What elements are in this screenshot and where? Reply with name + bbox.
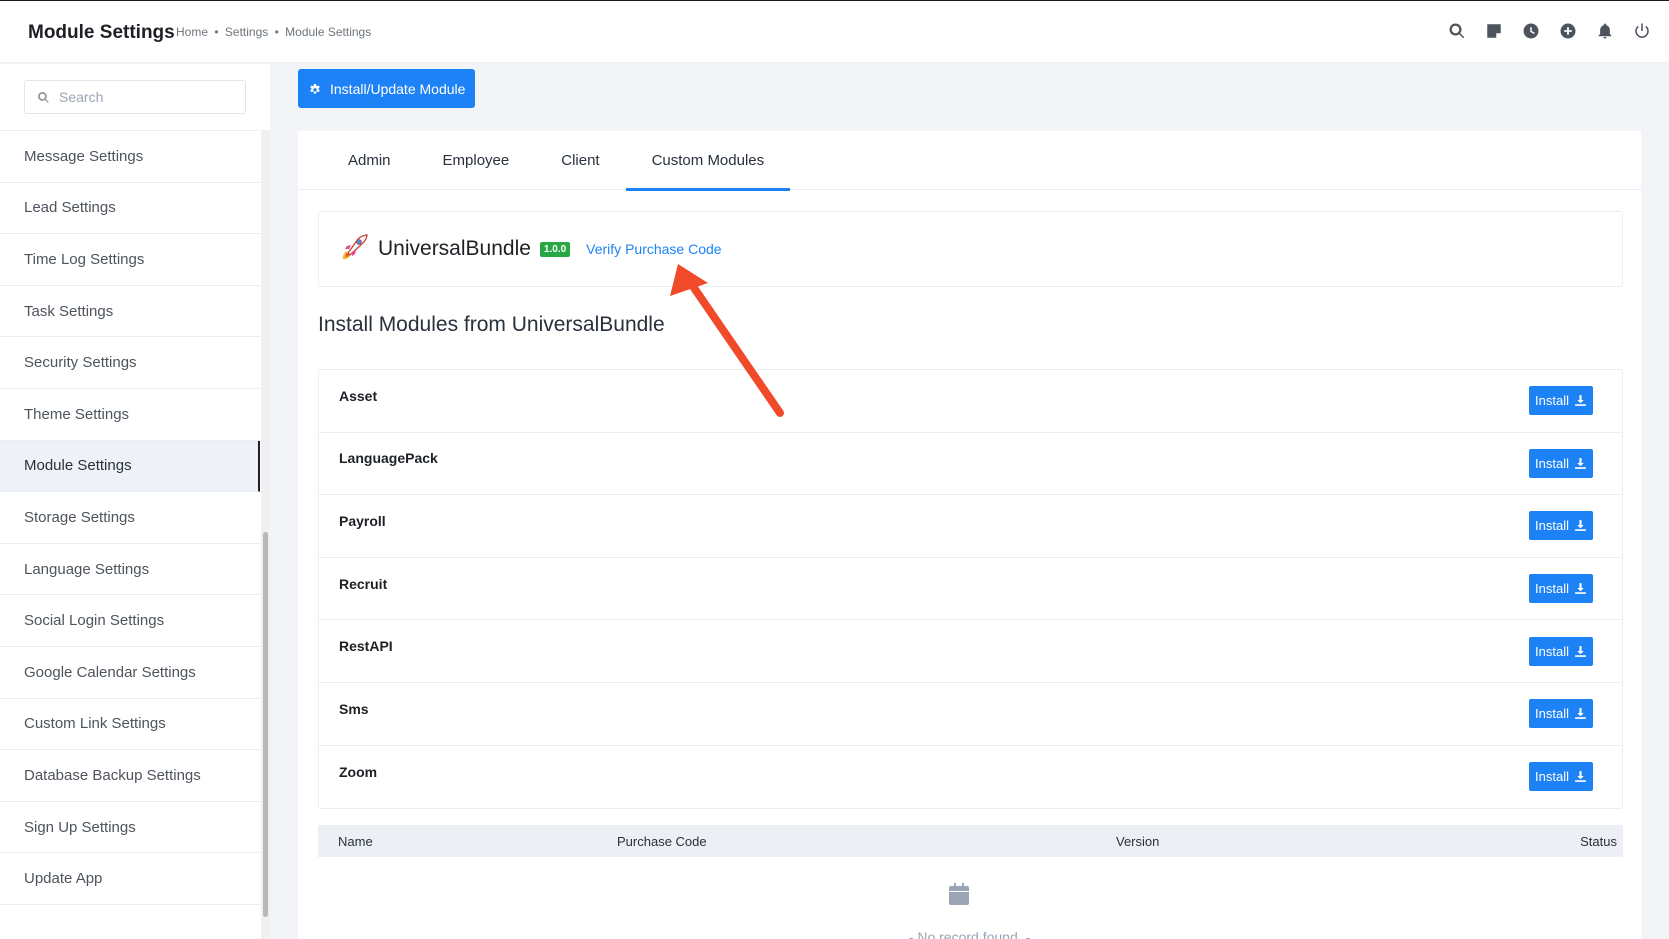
empty-state-text: - No record found. - — [908, 929, 1031, 939]
module-settings-card: Admin Employee Client Custom Modules Uni… — [298, 131, 1641, 939]
install-recruit-button[interactable]: Install — [1529, 574, 1593, 604]
tab-client[interactable]: Client — [535, 131, 625, 190]
sidebar-item-theme-settings[interactable]: Theme Settings — [0, 389, 260, 441]
clock-icon[interactable] — [1522, 22, 1540, 40]
download-icon — [1575, 520, 1586, 532]
module-row-zoom: Zoom Install — [319, 746, 1622, 809]
sidebar-item-sign-up-settings[interactable]: Sign Up Settings — [0, 802, 260, 854]
sidebar-menu: Message Settings Lead Settings Time Log … — [0, 130, 260, 905]
tab-employee[interactable]: Employee — [417, 131, 536, 190]
download-icon — [1575, 645, 1586, 657]
module-row-restapi: RestAPI Install — [319, 620, 1622, 683]
module-name: Sms — [339, 700, 369, 717]
breadcrumb-home[interactable]: Home — [176, 25, 208, 39]
breadcrumb-current: Module Settings — [285, 25, 372, 39]
sidebar-item-time-log-settings[interactable]: Time Log Settings — [0, 234, 260, 286]
install-zoom-button[interactable]: Install — [1529, 762, 1593, 792]
install-update-module-label: Install/Update Module — [330, 80, 466, 97]
sidebar-item-social-login-settings[interactable]: Social Login Settings — [0, 595, 260, 647]
module-name: Zoom — [339, 763, 378, 780]
bell-icon[interactable] — [1596, 22, 1614, 40]
search-input[interactable] — [59, 89, 229, 105]
sidebar-item-security-settings[interactable]: Security Settings — [0, 337, 260, 389]
search-icon[interactable] — [1448, 22, 1466, 40]
module-name: Asset — [339, 387, 378, 404]
install-languagepack-button[interactable]: Install — [1529, 448, 1593, 478]
download-icon — [1575, 457, 1586, 469]
page-title: Module Settings — [28, 22, 175, 43]
sidebar-item-language-settings[interactable]: Language Settings — [0, 544, 260, 596]
column-status: Status — [1580, 834, 1617, 849]
sidebar-item-custom-link-settings[interactable]: Custom Link Settings — [0, 699, 260, 751]
rocket-icon — [338, 231, 370, 268]
universal-bundle-box: UniversalBundle 1.0.0 Verify Purchase Co… — [318, 211, 1623, 287]
module-name: Payroll — [339, 512, 386, 529]
power-icon[interactable] — [1633, 22, 1651, 40]
sidebar-scrollbar[interactable] — [261, 130, 270, 939]
add-circle-icon[interactable] — [1559, 22, 1577, 40]
download-icon — [1575, 708, 1586, 720]
tab-admin[interactable]: Admin — [322, 131, 417, 190]
modules-table-header: Name Purchase Code Version Status — [318, 825, 1623, 857]
sidebar-search — [24, 80, 246, 114]
settings-tabs: Admin Employee Client Custom Modules — [298, 131, 1641, 191]
sidebar-item-update-app[interactable]: Update App — [0, 853, 260, 905]
tab-custom-modules[interactable]: Custom Modules — [625, 131, 791, 191]
download-icon — [1575, 583, 1586, 594]
module-name: LanguagePack — [339, 450, 438, 467]
install-restapi-button[interactable]: Install — [1529, 636, 1593, 666]
column-version: Version — [1116, 834, 1160, 849]
gear-icon — [310, 83, 320, 94]
sidebar-item-task-settings[interactable]: Task Settings — [0, 286, 260, 338]
sidebar-item-message-settings[interactable]: Message Settings — [0, 131, 260, 183]
sidebar-item-google-calendar-settings[interactable]: Google Calendar Settings — [0, 647, 260, 699]
calendar-icon — [949, 883, 969, 905]
bundle-name: UniversalBundle — [378, 237, 531, 260]
settings-sidebar: Message Settings Lead Settings Time Log … — [0, 64, 270, 939]
install-update-module-button[interactable]: Install/Update Module — [298, 69, 476, 108]
sidebar-item-lead-settings[interactable]: Lead Settings — [0, 183, 260, 235]
verify-purchase-code-link[interactable]: Verify Purchase Code — [586, 241, 721, 257]
module-name: RestAPI — [339, 638, 393, 655]
install-modules-heading: Install Modules from UniversalBundle — [318, 313, 665, 336]
module-row-payroll: Payroll Install — [319, 495, 1622, 558]
module-row-asset: Asset Install — [319, 370, 1622, 433]
scrollbar-thumb[interactable] — [263, 532, 268, 917]
search-icon — [38, 91, 49, 103]
column-purchase-code: Purchase Code — [617, 834, 707, 849]
module-row-recruit: Recruit Install — [319, 558, 1622, 621]
breadcrumb: Home • Settings • Module Settings — [176, 25, 372, 39]
install-sms-button[interactable]: Install — [1529, 699, 1593, 729]
sidebar-item-database-backup-settings[interactable]: Database Backup Settings — [0, 750, 260, 802]
column-name: Name — [338, 834, 373, 849]
sidebar-item-storage-settings[interactable]: Storage Settings — [0, 492, 260, 544]
download-icon — [1575, 771, 1586, 783]
install-asset-button[interactable]: Install — [1529, 386, 1593, 416]
top-header: Module Settings Home • Settings • Module… — [0, 0, 1669, 63]
download-icon — [1575, 395, 1586, 407]
install-payroll-button[interactable]: Install — [1529, 511, 1593, 541]
module-row-sms: Sms Install — [319, 683, 1622, 746]
module-row-languagepack: LanguagePack Install — [319, 433, 1622, 496]
sidebar-item-module-settings[interactable]: Module Settings — [0, 440, 260, 493]
breadcrumb-settings[interactable]: Settings — [225, 25, 268, 39]
module-name: Recruit — [339, 575, 388, 592]
module-list: Asset Install LanguagePack Install Payro… — [318, 369, 1623, 810]
sticky-note-icon[interactable] — [1485, 22, 1503, 40]
version-badge: 1.0.0 — [539, 241, 571, 257]
